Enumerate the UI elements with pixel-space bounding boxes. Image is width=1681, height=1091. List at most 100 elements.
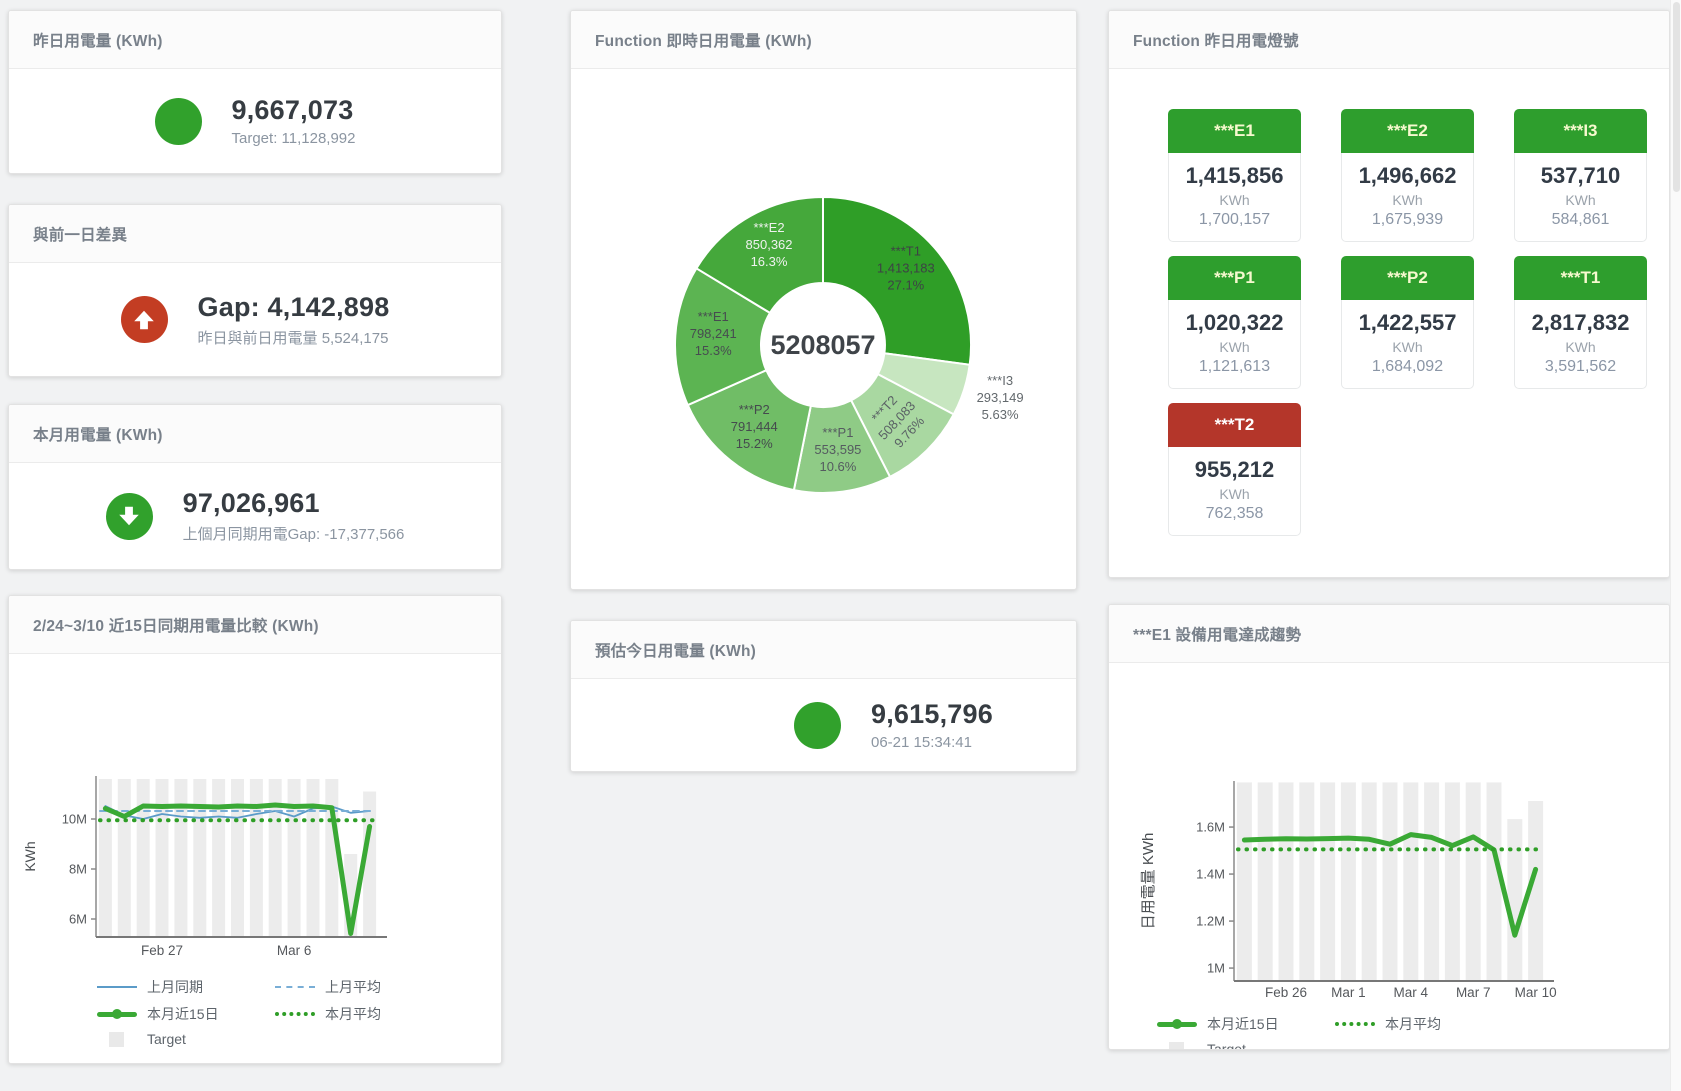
device-tile-name: ***E1 [1168, 109, 1301, 153]
target-bar [118, 779, 131, 937]
y-axis-title: 日用電量 KWh [1140, 833, 1157, 930]
device-tile[interactable]: ***P11,020,322KWh1,121,613 [1168, 256, 1301, 389]
realtime-usage-donut-chart[interactable]: ***T11,413,18327.1%***I3293,1495.63%***T… [571, 69, 1076, 589]
legend-swatch-green-dotted [1335, 1022, 1375, 1026]
panel-header[interactable]: 預估今日用電量 (KWh) [571, 621, 1076, 679]
device-tile[interactable]: ***I3537,710KWh584,861 [1514, 109, 1647, 242]
stat-value: Gap: 4,142,898 [198, 292, 390, 323]
y-axis-title: KWh [22, 841, 38, 871]
stat-block: 9,615,796 06-21 15:34:41 [571, 679, 1076, 771]
panel-header[interactable]: 2/24~3/10 近15日同期用電量比較 (KWh) [9, 596, 501, 654]
stat-subtitle: Target: 11,128,992 [232, 130, 356, 147]
stat-subtitle: 上個月同期用電Gap: -17,377,566 [183, 523, 405, 544]
stat-block: 9,667,073 Target: 11,128,992 [9, 69, 501, 173]
y-tick-label: 1.4M [1196, 867, 1225, 882]
stat-block: 97,026,961 上個月同期用電Gap: -17,377,566 [9, 463, 501, 569]
y-tick-label: 1.6M [1196, 820, 1225, 835]
panel-15day-compare-chart: 2/24~3/10 近15日同期用電量比較 (KWh) 6M8M10MFeb 2… [8, 595, 502, 1064]
device-tile[interactable]: ***T12,817,832KWh3,591,562 [1514, 256, 1647, 389]
legend-label: Target [1207, 1041, 1246, 1050]
x-tick-label: Mar 7 [1456, 985, 1491, 1000]
device-tile-name: ***E2 [1341, 109, 1474, 153]
device-tile[interactable]: ***E21,496,662KWh1,675,939 [1341, 109, 1474, 242]
legend-label: 本月平均 [325, 1004, 381, 1024]
target-bar [1507, 819, 1522, 981]
legend-item[interactable]: Target [97, 1031, 275, 1047]
target-bar [1445, 782, 1460, 981]
legend-item[interactable]: 本月近15日 [1157, 1014, 1335, 1034]
panel-header[interactable]: 本月用電量 (KWh) [9, 405, 501, 463]
target-bar [231, 779, 244, 937]
device-tile-secondary: 3,591,562 [1517, 358, 1644, 376]
status-circle-icon [794, 702, 841, 749]
legend-item[interactable]: 上月平均 [275, 977, 501, 997]
device-tile-secondary: 762,358 [1171, 505, 1298, 523]
panel-e1-trend-chart: ***E1 設備用電達成趨勢 1M1.2M1.4M1.6MFeb 26Mar 1… [1108, 604, 1670, 1050]
scrollbar-thumb[interactable] [1673, 2, 1680, 192]
target-bar [212, 779, 225, 937]
target-bar [174, 779, 187, 937]
device-tile-secondary: 1,675,939 [1344, 211, 1471, 229]
panel-month-usage: 本月用電量 (KWh) 97,026,961 上個月同期用電Gap: -17,3… [8, 404, 502, 570]
x-tick-label: Mar 4 [1394, 985, 1429, 1000]
panel-yesterday-usage: 昨日用電量 (KWh) 9,667,073 Target: 11,128,992 [8, 10, 502, 174]
x-tick-label: Feb 27 [141, 943, 183, 958]
target-bar [1279, 782, 1294, 981]
target-bar [325, 779, 338, 937]
legend-swatch-green-thick [1157, 1022, 1197, 1027]
energy-dashboard: 昨日用電量 (KWh) 9,667,073 Target: 11,128,992… [0, 0, 1681, 1091]
arrow-up-icon [121, 296, 168, 343]
panel-header[interactable]: 與前一日差異 [9, 205, 501, 263]
device-tile-unit: KWh [1517, 192, 1644, 208]
panel-yesterday-lights: Function 昨日用電燈號 ***E11,415,856KWh1,700,1… [1108, 10, 1670, 578]
device-tile-value: 955,212 [1171, 457, 1298, 483]
panel-header[interactable]: Function 即時日用電量 (KWh) [571, 11, 1076, 69]
status-circle-icon [155, 98, 202, 145]
x-tick-label: Mar 6 [277, 943, 312, 958]
panel-title: 本月用電量 (KWh) [33, 423, 163, 445]
device-tile[interactable]: ***T2955,212KWh762,358 [1168, 403, 1301, 536]
target-bar [1424, 782, 1439, 981]
x-tick-label: Feb 26 [1265, 985, 1307, 1000]
device-tile-name: ***P2 [1341, 256, 1474, 300]
panel-header[interactable]: Function 昨日用電燈號 [1109, 11, 1669, 69]
panel-title: 2/24~3/10 近15日同期用電量比較 (KWh) [33, 614, 319, 636]
legend-item[interactable]: 本月近15日 [97, 1004, 275, 1024]
legend-item[interactable]: 上月同期 [97, 977, 275, 997]
device-tile[interactable]: ***E11,415,856KWh1,700,157 [1168, 109, 1301, 242]
target-bar [1466, 782, 1481, 981]
device-tile-value: 1,422,557 [1344, 310, 1471, 336]
legend-label: 上月同期 [147, 977, 203, 997]
device-tile-name: ***T1 [1514, 256, 1647, 300]
y-tick-label: 1.2M [1196, 914, 1225, 929]
chart-legend: 本月近15日本月平均 Target [1157, 1014, 1669, 1050]
target-bar [193, 779, 206, 937]
scrollbar[interactable] [1670, 0, 1681, 1091]
device-tile-body: 1,020,322KWh1,121,613 [1168, 300, 1301, 389]
panel-header[interactable]: 昨日用電量 (KWh) [9, 11, 501, 69]
legend-swatch-blue-dashed [275, 986, 315, 988]
device-tile[interactable]: ***P21,422,557KWh1,684,092 [1341, 256, 1474, 389]
device-tile-unit: KWh [1171, 339, 1298, 355]
legend-swatch-gray-square [109, 1032, 124, 1047]
panel-title: ***E1 設備用電達成趨勢 [1133, 623, 1301, 645]
device-tile-unit: KWh [1171, 192, 1298, 208]
panel-estimate-today: 預估今日用電量 (KWh) 9,615,796 06-21 15:34:41 [570, 620, 1077, 772]
e1-trend-line-chart[interactable]: 1M1.2M1.4M1.6MFeb 26Mar 1Mar 4Mar 7Mar 1… [1109, 663, 1669, 1003]
target-bar [99, 779, 112, 937]
chart-legend: 上月同期 上月平均本月近15日 本月平均 Target [97, 977, 501, 1047]
legend-item[interactable]: 本月平均 [1335, 1014, 1669, 1034]
legend-item[interactable]: Target [1157, 1041, 1335, 1050]
panel-title: 與前一日差異 [33, 223, 127, 245]
legend-item[interactable]: 本月平均 [275, 1004, 501, 1024]
panel-title: 預估今日用電量 (KWh) [595, 639, 756, 661]
target-bar [1362, 782, 1377, 981]
stat-value: 9,615,796 [871, 699, 993, 730]
compare-15day-line-chart[interactable]: 6M8M10MFeb 27Mar 6KWh [9, 654, 501, 966]
device-tile-body: 1,415,856KWh1,700,157 [1168, 153, 1301, 242]
panel-title: Function 昨日用電燈號 [1133, 29, 1299, 51]
panel-header[interactable]: ***E1 設備用電達成趨勢 [1109, 605, 1669, 663]
y-tick-label: 10M [62, 812, 87, 827]
panel-title: Function 即時日用電量 (KWh) [595, 29, 812, 51]
stat-value: 9,667,073 [232, 95, 356, 126]
